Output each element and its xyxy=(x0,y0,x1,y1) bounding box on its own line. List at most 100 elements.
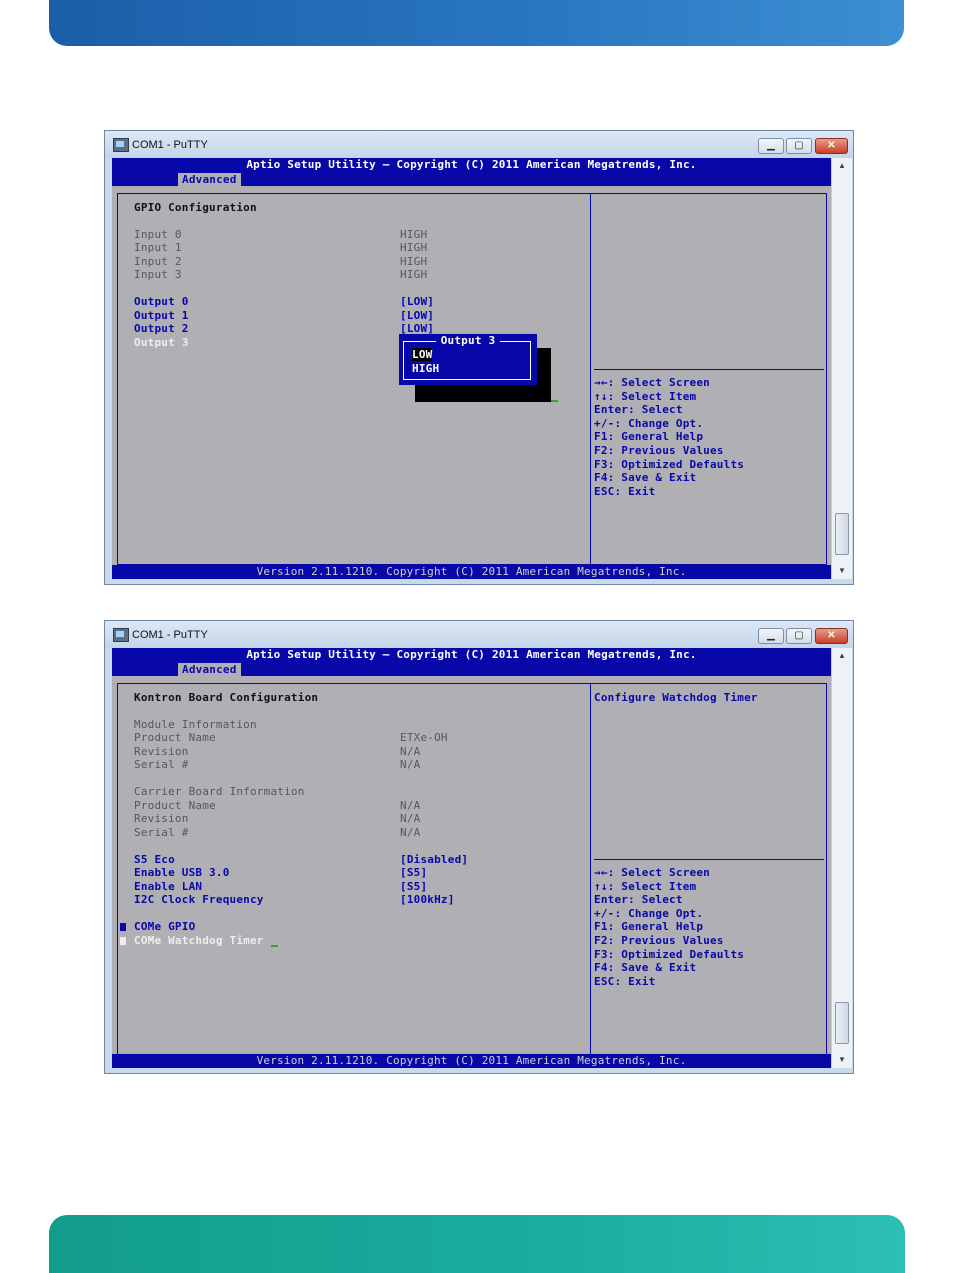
scroll-up-icon[interactable]: ▲ xyxy=(832,158,852,174)
terminal-screen[interactable]: Aptio Setup Utility – Copyright (C) 2011… xyxy=(112,648,831,1068)
setting-label[interactable]: I2C Clock Frequency xyxy=(134,893,264,906)
help-line: F1: General Help xyxy=(594,430,704,444)
scroll-thumb[interactable] xyxy=(835,1002,849,1044)
minimize-button[interactable]: ▁ xyxy=(758,628,784,644)
setting-label[interactable]: Enable USB 3.0 xyxy=(134,866,230,879)
info-value: N/A xyxy=(400,826,421,839)
maximize-button[interactable]: ▢ xyxy=(786,628,812,644)
help-line: →←: Select Screen xyxy=(594,376,710,389)
info-label: Serial # xyxy=(134,758,189,771)
item-description: Configure Watchdog Timer xyxy=(594,691,758,704)
help-divider xyxy=(594,859,824,860)
help-line: ESC: Exit xyxy=(594,484,656,498)
output-label[interactable]: Output 0 xyxy=(134,295,189,308)
help-line: F4: Save & Exit xyxy=(594,471,697,485)
help-line: ESC: Exit xyxy=(594,974,656,988)
info-value: ETXe-OH xyxy=(400,731,448,744)
output-value[interactable]: [LOW] xyxy=(400,295,434,308)
setting-value[interactable]: [100kHz] xyxy=(400,893,455,906)
maximize-icon: ▢ xyxy=(794,140,804,151)
input-value: HIGH xyxy=(400,255,428,268)
close-button[interactable]: ✕ xyxy=(815,628,848,644)
close-button[interactable]: ✕ xyxy=(815,138,848,154)
help-line: →←: Select Screen xyxy=(594,866,710,879)
section-title: GPIO Configuration xyxy=(134,201,257,214)
help-line: ↑↓: Select Item xyxy=(594,879,697,893)
text-cursor xyxy=(271,945,278,947)
popup-option-low[interactable]: LOW xyxy=(412,348,433,361)
scroll-thumb[interactable] xyxy=(835,513,849,555)
output-label[interactable]: Output 1 xyxy=(134,309,189,322)
tab-advanced[interactable]: Advanced xyxy=(178,663,241,676)
scroll-down-icon[interactable]: ▼ xyxy=(832,563,852,579)
submenu-bullet-icon xyxy=(120,937,126,945)
section-title: Kontron Board Configuration xyxy=(134,691,319,704)
help-line: +/-: Change Opt. xyxy=(594,906,704,920)
putty-window-board-config: COM1 - PuTTY ▁ ▢ ✕ Aptio Setup Utility –… xyxy=(104,620,854,1074)
window-title: COM1 - PuTTY xyxy=(132,139,208,151)
bios-header: Aptio Setup Utility – Copyright (C) 2011… xyxy=(112,648,831,662)
setting-value[interactable]: [S5] xyxy=(400,880,427,893)
output-label-selected[interactable]: Output 3 xyxy=(134,336,189,349)
input-value: HIGH xyxy=(400,268,428,281)
bios-tab-bar: Advanced xyxy=(112,172,831,186)
help-line: Enter: Select xyxy=(594,893,683,907)
window-title: COM1 - PuTTY xyxy=(132,629,208,641)
minimize-button[interactable]: ▁ xyxy=(758,138,784,154)
maximize-button[interactable]: ▢ xyxy=(786,138,812,154)
carrier-info-heading: Carrier Board Information xyxy=(134,785,305,798)
close-icon: ✕ xyxy=(827,140,836,151)
info-value: N/A xyxy=(400,799,421,812)
input-label: Input 3 xyxy=(134,268,182,281)
setting-label[interactable]: Enable LAN xyxy=(134,880,202,893)
popup-option-high[interactable]: HIGH xyxy=(412,362,439,375)
info-value: N/A xyxy=(400,758,421,771)
bios-footer: Version 2.11.1210. Copyright (C) 2011 Am… xyxy=(112,565,831,579)
popup-title: Output 3 xyxy=(399,334,537,347)
setting-label[interactable]: S5 Eco xyxy=(134,853,175,866)
setting-value[interactable]: [S5] xyxy=(400,866,427,879)
bios-footer: Version 2.11.1210. Copyright (C) 2011 Am… xyxy=(112,1054,831,1068)
bios-tab-bar: Advanced xyxy=(112,662,831,676)
help-list: →←: Select Screen ↑↓: Select Item Enter:… xyxy=(594,866,744,988)
setting-value[interactable]: [Disabled] xyxy=(400,853,468,866)
title-bar[interactable]: COM1 - PuTTY ▁ ▢ ✕ xyxy=(105,131,853,158)
output-label[interactable]: Output 2 xyxy=(134,322,189,335)
submenu-item-selected[interactable]: COMe Watchdog Timer xyxy=(134,934,264,947)
putty-icon[interactable] xyxy=(113,628,129,642)
text-cursor xyxy=(551,400,558,402)
vertical-scrollbar[interactable]: ▲ ▼ xyxy=(831,158,852,579)
pane-divider xyxy=(590,683,591,1055)
info-value: N/A xyxy=(400,812,421,825)
top-banner xyxy=(49,0,904,46)
input-label: Input 0 xyxy=(134,228,182,241)
tab-advanced[interactable]: Advanced xyxy=(178,173,241,186)
help-line: +/-: Change Opt. xyxy=(594,416,704,430)
putty-icon[interactable] xyxy=(113,138,129,152)
pane-divider xyxy=(590,193,591,565)
putty-window-gpio: COM1 - PuTTY ▁ ▢ ✕ Aptio Setup Utility –… xyxy=(104,130,854,585)
module-info-heading: Module Information xyxy=(134,718,257,731)
input-value: HIGH xyxy=(400,241,428,254)
help-divider xyxy=(594,369,824,370)
help-line: ↑↓: Select Item xyxy=(594,389,697,403)
bottom-banner xyxy=(49,1215,905,1273)
info-label: Serial # xyxy=(134,826,189,839)
help-line: F3: Optimized Defaults xyxy=(594,457,745,471)
help-line: F3: Optimized Defaults xyxy=(594,947,745,961)
minimize-icon: ▁ xyxy=(767,630,775,641)
close-icon: ✕ xyxy=(827,630,836,641)
help-line: Enter: Select xyxy=(594,403,683,417)
help-list: →←: Select Screen ↑↓: Select Item Enter:… xyxy=(594,376,744,498)
option-popup: Output 3 LOW HIGH xyxy=(399,334,537,385)
scroll-up-icon[interactable]: ▲ xyxy=(832,648,852,664)
bios-header-title: Aptio Setup Utility – Copyright (C) 2011… xyxy=(246,158,697,171)
vertical-scrollbar[interactable]: ▲ ▼ xyxy=(831,648,852,1068)
output-value[interactable]: [LOW] xyxy=(400,309,434,322)
title-bar[interactable]: COM1 - PuTTY ▁ ▢ ✕ xyxy=(105,621,853,648)
minimize-icon: ▁ xyxy=(767,140,775,151)
submenu-item[interactable]: COMe GPIO xyxy=(134,920,195,933)
scroll-down-icon[interactable]: ▼ xyxy=(832,1052,852,1068)
info-label: Revision xyxy=(134,812,189,825)
terminal-screen[interactable]: Aptio Setup Utility – Copyright (C) 2011… xyxy=(112,158,831,579)
